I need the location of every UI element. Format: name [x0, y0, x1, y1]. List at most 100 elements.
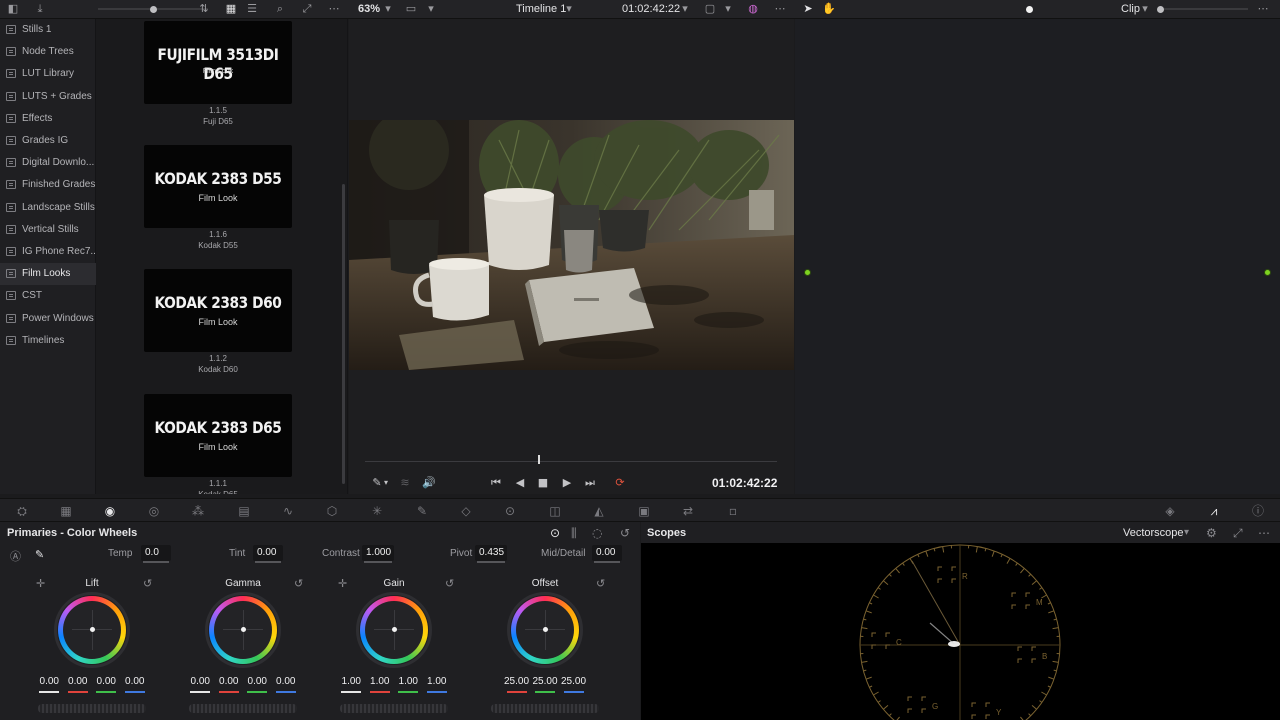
more-options-icon[interactable]: ⋯ — [327, 2, 341, 16]
temp-field[interactable]: 0.0 — [141, 545, 171, 563]
mid-detail-field[interactable]: 0.00 — [592, 545, 622, 563]
node-zoom-knob[interactable] — [1157, 6, 1164, 13]
wheel-center-handle[interactable] — [392, 627, 397, 632]
loop-icon[interactable]: ⟳ — [612, 476, 628, 490]
pointer-icon[interactable]: ➤ — [801, 2, 815, 16]
sidebar-item[interactable]: Timelines — [0, 330, 96, 352]
scopes-icon[interactable]: ⩘ — [1206, 503, 1222, 519]
reset-icon[interactable]: ↺ — [294, 577, 303, 590]
wheel-value[interactable]: 0.00 — [273, 676, 299, 687]
playhead[interactable] — [538, 455, 541, 464]
list-view-icon[interactable]: ☰ — [245, 2, 259, 16]
viewer-layout-icon[interactable]: ▭ — [404, 2, 418, 16]
still-thumbnail[interactable]: KODAK 2383 D60 Film Look — [144, 269, 292, 352]
log-mode-icon[interactable]: ◌ — [592, 526, 602, 540]
wheel-value[interactable]: 0.00 — [244, 676, 270, 687]
wheel-value[interactable]: 0.00 — [36, 676, 62, 687]
rgb-mixer-icon[interactable]: ⁂ — [190, 503, 206, 519]
wheel-value[interactable]: 1.00 — [338, 676, 364, 687]
reset-icon[interactable]: ↺ — [596, 577, 605, 590]
expand-icon[interactable]: ⤢ — [300, 2, 314, 16]
safe-area-icon[interactable]: ▢ — [703, 2, 717, 16]
tint-field[interactable]: 0.00 — [253, 545, 283, 563]
stop-icon[interactable]: ■ — [537, 476, 549, 490]
reset-all-icon[interactable]: ↺ — [620, 526, 630, 540]
chevron-down-icon[interactable]: ▾ — [424, 2, 438, 16]
play-icon[interactable]: ▶ — [561, 476, 573, 490]
master-wheel-jog[interactable] — [38, 704, 146, 713]
keyframes-icon[interactable]: ◈ — [1162, 503, 1178, 519]
wheel-value[interactable]: 0.00 — [187, 676, 213, 687]
crosshair-icon[interactable]: ✛ — [36, 577, 45, 590]
chevron-down-icon[interactable]: ▾ — [562, 2, 576, 16]
master-wheel-jog[interactable] — [491, 704, 599, 713]
sidebar-item[interactable]: LUT Library — [0, 63, 96, 85]
chevron-down-icon[interactable]: ▾ — [678, 2, 692, 16]
chevron-down-icon[interactable]: ▾ — [721, 2, 735, 16]
master-wheel-jog[interactable] — [189, 704, 297, 713]
skip-to-end-icon[interactable]: ⏭ — [582, 476, 598, 490]
hdr-wheels-icon[interactable]: ◎ — [146, 503, 162, 519]
node-output-dot[interactable] — [1264, 269, 1271, 276]
grid-view-icon[interactable]: ▦ — [224, 2, 238, 16]
wheel-center-handle[interactable] — [543, 627, 548, 632]
eyedropper-qualifier-icon[interactable]: ✎ — [414, 503, 430, 519]
gallery-scrollbar[interactable] — [342, 184, 345, 484]
more-options-icon[interactable]: ⋯ — [1256, 2, 1270, 16]
play-reverse-icon[interactable]: ◀ — [514, 476, 526, 490]
color-match-icon[interactable]: ▦ — [58, 503, 74, 519]
3d-icon[interactable]: ▫ — [725, 503, 741, 519]
sidebar-item[interactable]: Effects — [0, 108, 96, 130]
camera-raw-icon[interactable]: ⛭ — [14, 503, 30, 519]
wheel-center-handle[interactable] — [241, 627, 246, 632]
info-icon[interactable]: ⓘ — [1250, 503, 1266, 519]
master-wheel-jog[interactable] — [340, 704, 448, 713]
wheel-value[interactable]: 0.00 — [216, 676, 242, 687]
magic-mask-icon[interactable]: ◫ — [547, 503, 563, 519]
viewer-frame-image[interactable] — [349, 120, 794, 370]
search-icon[interactable]: ⌕ — [273, 2, 287, 16]
node-input-dot[interactable] — [804, 269, 811, 276]
sidebar-item[interactable]: CST — [0, 285, 96, 307]
wheel-value[interactable]: 0.00 — [122, 676, 148, 687]
node-zoom-dot[interactable] — [1026, 6, 1033, 13]
motion-effects-icon[interactable]: ▤ — [236, 503, 252, 519]
contrast-field[interactable]: 1.000 — [362, 545, 394, 563]
skip-to-start-icon[interactable]: ⏮ — [488, 476, 504, 490]
sidebar-item[interactable]: IG Phone Rec7... — [0, 241, 96, 263]
sort-icon[interactable]: ⇅ — [197, 2, 211, 16]
sidebar-item[interactable]: Digital Downlo... — [0, 152, 96, 174]
sidebar-item[interactable]: Film Looks — [0, 263, 96, 286]
gallery-zoom-knob[interactable] — [150, 6, 157, 13]
color-wheels-icon[interactable]: ◉ — [102, 503, 118, 519]
bars-mode-icon[interactable]: ⫼ — [571, 526, 577, 541]
wheel-value[interactable]: 25.00 — [532, 676, 558, 687]
sidebar-item[interactable]: Vertical Stills — [0, 219, 96, 241]
pivot-field[interactable]: 0.435 — [475, 545, 507, 563]
reset-icon[interactable]: ↺ — [445, 577, 454, 590]
wheel-value[interactable]: 25.00 — [561, 676, 587, 687]
node-zoom-slider[interactable] — [1158, 8, 1248, 10]
window-icon[interactable]: ◇ — [458, 503, 474, 519]
wheel-value[interactable]: 1.00 — [424, 676, 450, 687]
wheel-center-handle[interactable] — [90, 627, 95, 632]
sizing-icon[interactable]: ⇄ — [680, 503, 696, 519]
still-thumbnail[interactable]: KODAK 2383 D65 Film Look — [144, 394, 292, 477]
layers-icon[interactable]: ≋ — [398, 476, 412, 490]
speaker-icon[interactable]: 🔊 — [422, 476, 436, 490]
panel-toggle-icon[interactable]: ◧ — [6, 2, 20, 16]
wheel-value[interactable]: 1.00 — [395, 676, 421, 687]
key-icon[interactable]: ▣ — [636, 503, 652, 519]
chevron-down-icon[interactable]: ▾ — [1138, 2, 1152, 16]
qualifier-icon[interactable]: ✳ — [369, 503, 385, 519]
tracker-icon[interactable]: ⊙ — [502, 503, 518, 519]
import-icon[interactable]: ⤓ — [33, 2, 47, 16]
picker-icon[interactable]: ✎ — [35, 548, 44, 561]
sidebar-item[interactable]: Stills 1 — [0, 19, 96, 41]
chevron-down-icon[interactable]: ▾ — [382, 476, 390, 490]
blur-icon[interactable]: ◭ — [591, 503, 607, 519]
chevron-down-icon[interactable]: ▾ — [381, 2, 395, 16]
more-options-icon[interactable]: ⋯ — [1258, 526, 1270, 540]
reset-icon[interactable]: ↺ — [143, 577, 152, 590]
viewer-zoom[interactable]: 63% — [358, 3, 380, 15]
